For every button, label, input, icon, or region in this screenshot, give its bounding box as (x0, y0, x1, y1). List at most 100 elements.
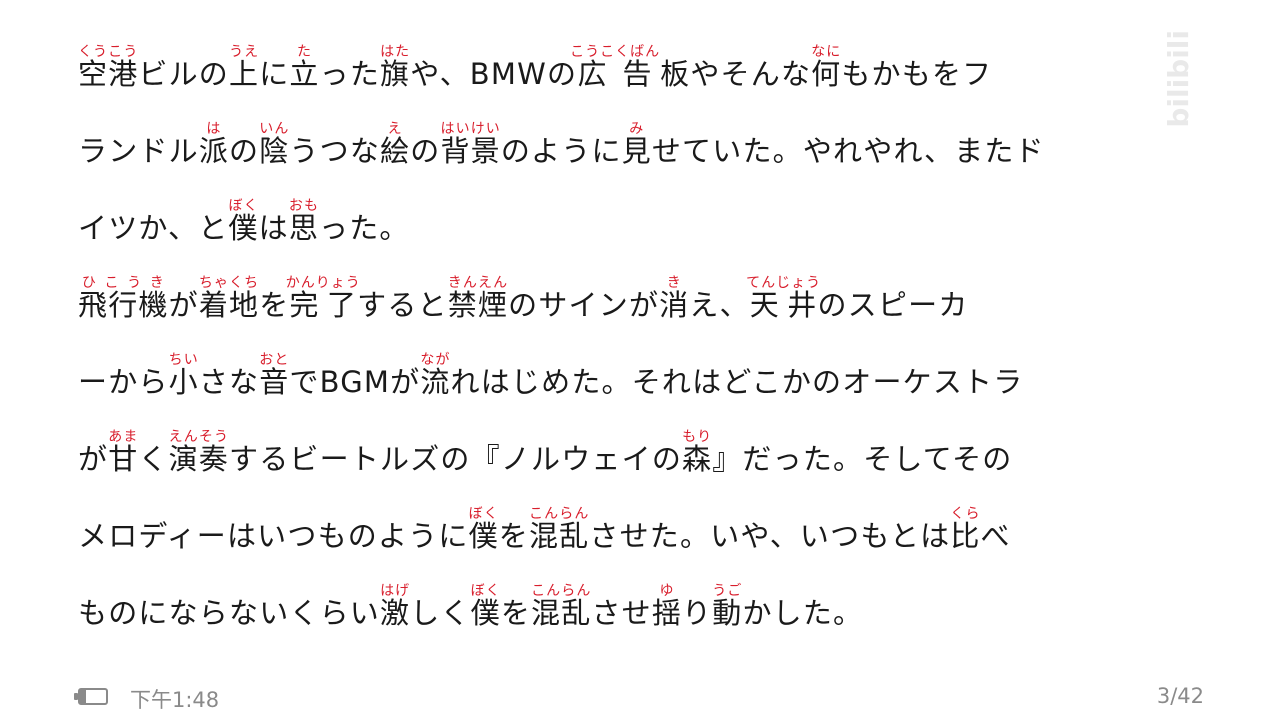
ruby-word: 絵え (380, 121, 411, 168)
ruby-word: 混乱こんらん (528, 506, 590, 553)
furigana: てんじょう (746, 275, 822, 291)
furigana: こうこくばん (570, 44, 661, 60)
furigana: なが (420, 352, 451, 368)
ruby-word: 小ちい (168, 352, 199, 399)
text-run: かした。 (742, 596, 864, 630)
clock-text: 下午1:48 (130, 688, 220, 712)
furigana: もり (682, 429, 713, 445)
ruby-base: 思 (288, 211, 320, 245)
ruby-base: 背景 (440, 134, 501, 168)
text-run: メロディーはいつものように (78, 519, 469, 553)
ruby-word: 着地ちゃくち (199, 275, 259, 322)
ruby-word: 揺ゆ (651, 583, 683, 630)
furigana: くら (950, 506, 981, 522)
ruby-base: 立 (289, 57, 320, 91)
ruby-base: 派 (198, 134, 230, 168)
ruby-base: 完了 (285, 288, 361, 322)
furigana: かんりょう (285, 275, 361, 291)
text-run: く (138, 442, 169, 476)
text-run: うつな (289, 134, 381, 168)
text-run: さな (198, 365, 260, 399)
ruby-word: 旗はた (380, 44, 410, 91)
ruby-word: 甘あま (108, 429, 139, 476)
reading-pane[interactable]: 空港くうこうビルの上うえに立たった旗はたや、BMWの広告こうこくばん板やそんな何… (78, 36, 1208, 652)
ruby-word: 飛行機ひこうき (78, 275, 169, 322)
page-indicator: 3/42 (1156, 684, 1204, 708)
ruby-word: 森もり (682, 429, 713, 476)
text-run: べ (980, 519, 1011, 553)
ruby-word: 禁煙きんえん (447, 275, 509, 322)
furigana: うご (712, 583, 743, 599)
furigana: み (621, 121, 652, 137)
text-run: させ (591, 596, 652, 630)
furigana: き (659, 275, 690, 291)
ruby-word: 動うご (712, 583, 743, 630)
ruby-base: 揺 (651, 596, 683, 630)
furigana: ぼく (228, 198, 259, 214)
ruby-base: 陰 (259, 134, 290, 168)
ruby-word: 完了かんりょう (286, 275, 360, 322)
ruby-base: 絵 (380, 134, 411, 168)
ruby-base: 甘 (108, 442, 139, 476)
text-line: メロディーはいつものように僕ぼくを混乱こんらんさせた。いや、いつもとは比くらべ (78, 498, 1208, 575)
furigana: あま (108, 429, 139, 445)
text-run: ーから (78, 365, 169, 399)
ruby-base: 流 (420, 365, 451, 399)
text-run: しく (410, 596, 471, 630)
ruby-word: 派は (198, 121, 230, 168)
furigana: はた (380, 44, 411, 60)
ruby-word: 空港くうこう (78, 44, 138, 91)
text-run: や、BMWの (410, 57, 578, 91)
text-run: もかもをフ (841, 57, 993, 91)
text-line: イツか、と僕ぼくは思おもった。 (78, 190, 1208, 267)
ruby-base: 何 (811, 57, 842, 91)
battery-icon (74, 688, 112, 706)
ruby-base: 音 (259, 365, 290, 399)
ruby-word: 僕ぼく (471, 583, 501, 630)
furigana: え (380, 121, 411, 137)
ruby-base: 森 (682, 442, 713, 476)
furigana: きんえん (447, 275, 509, 291)
furigana: ぼく (468, 506, 499, 522)
ruby-word: 立た (289, 44, 320, 91)
furigana: おも (288, 198, 320, 214)
ruby-base: 混乱 (528, 519, 590, 553)
ruby-base: 飛行機 (78, 288, 169, 322)
ruby-base: 小 (168, 365, 199, 399)
ruby-word: 消き (659, 275, 690, 322)
text-line: ランドル派はの陰いんうつな絵えの背景はいけいのように見みせていた。やれやれ、また… (78, 113, 1208, 190)
ruby-word: 見み (622, 121, 652, 168)
text-line: 空港くうこうビルの上うえに立たった旗はたや、BMWの広告こうこくばん板やそんな何… (78, 36, 1208, 113)
text-run: は (258, 211, 289, 245)
text-run: 』だった。そしてその (712, 442, 1013, 476)
ruby-word: 音おと (259, 352, 290, 399)
ruby-base: 禁煙 (447, 288, 509, 322)
furigana: くうこう (78, 44, 139, 60)
furigana: は (198, 121, 229, 137)
text-line: 飛行機ひこうきが着地ちゃくちを完了かんりょうすると禁煙きんえんのサインが消きえ、… (78, 267, 1208, 344)
ruby-base: 上 (229, 57, 260, 91)
text-run: ものにならないくらい (78, 596, 381, 630)
ruby-word: 上うえ (229, 44, 260, 91)
ruby-word: 演奏えんそう (169, 429, 229, 476)
ruby-word: 板 (660, 57, 690, 91)
text-run: った。 (319, 211, 410, 245)
ruby-base: 動 (712, 596, 743, 630)
text-run: のように (500, 134, 622, 168)
ruby-word: 何なに (811, 44, 842, 91)
ruby-word: 混乱こんらん (531, 583, 592, 630)
text-run: を (498, 519, 529, 553)
text-run: が (168, 288, 199, 322)
text-run: するビートルズの『ノルウェイの (229, 442, 683, 476)
ruby-base: 板 (660, 57, 691, 91)
furigana: いん (259, 121, 290, 137)
text-run: の (410, 134, 441, 168)
ruby-base: 消 (659, 288, 690, 322)
ruby-base: 比 (950, 519, 981, 553)
ruby-base: 僕 (228, 211, 259, 245)
text-run: が (78, 442, 109, 476)
ruby-base: 混乱 (531, 596, 592, 630)
ruby-word: 思おも (288, 198, 320, 245)
text-line: が甘あまく演奏えんそうするビートルズの『ノルウェイの森もり』だった。そしてその (78, 421, 1208, 498)
furigana: こんらん (528, 506, 590, 522)
